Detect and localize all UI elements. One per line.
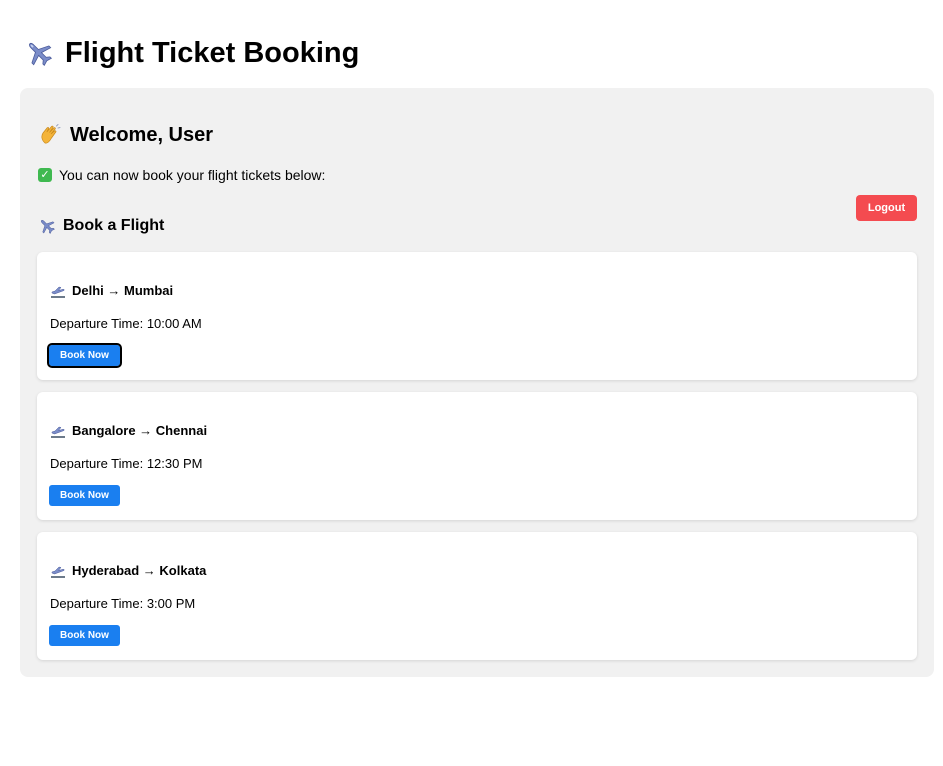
departure-time: Departure Time: 12:30 PM [50,456,203,471]
flight-card: Delhi → Mumbai Departure Time: 10:00 AM … [37,252,917,380]
airplane-departure-icon [50,423,66,439]
page-title: Flight Ticket Booking [24,36,359,70]
welcome-heading: Welcome, User [38,122,213,148]
flight-route-text: Bangalore → Chennai [72,423,208,438]
departure-time: Departure Time: 3:00 PM [50,596,196,611]
status-text: You can now book your flight tickets bel… [59,167,326,183]
dashboard-panel: Welcome, User ✓ You can now book your fl… [20,88,934,677]
book-now-button[interactable]: Book Now [47,343,122,368]
check-mark-icon: ✓ [38,168,52,182]
flight-route: Bangalore → Chennai [50,423,207,439]
section-title-text: Book a Flight [63,217,165,234]
airplane-icon [24,38,54,68]
book-now-button[interactable]: Book Now [49,625,120,646]
flight-route: Delhi → Mumbai [50,283,173,299]
page-title-text: Flight Ticket Booking [65,37,360,69]
flight-card: Bangalore → Chennai Departure Time: 12:3… [37,392,917,520]
flight-route-text: Delhi → Mumbai [72,283,174,298]
welcome-text: Welcome, User [70,124,214,146]
airplane-departure-icon [50,563,66,579]
departure-time: Departure Time: 10:00 AM [50,316,202,331]
flight-card: Hyderabad → Kolkata Departure Time: 3:00… [37,532,917,660]
section-title-book-flight: Book a Flight [38,216,164,236]
status-message: ✓ You can now book your flight tickets b… [38,166,325,184]
flight-route-text: Hyderabad → Kolkata [72,563,207,578]
waving-hand-icon [38,123,62,147]
flight-route: Hyderabad → Kolkata [50,563,206,579]
airplane-icon [38,217,56,235]
airplane-departure-icon [50,283,66,299]
book-now-button[interactable]: Book Now [49,485,120,506]
logout-button[interactable]: Logout [856,195,917,221]
